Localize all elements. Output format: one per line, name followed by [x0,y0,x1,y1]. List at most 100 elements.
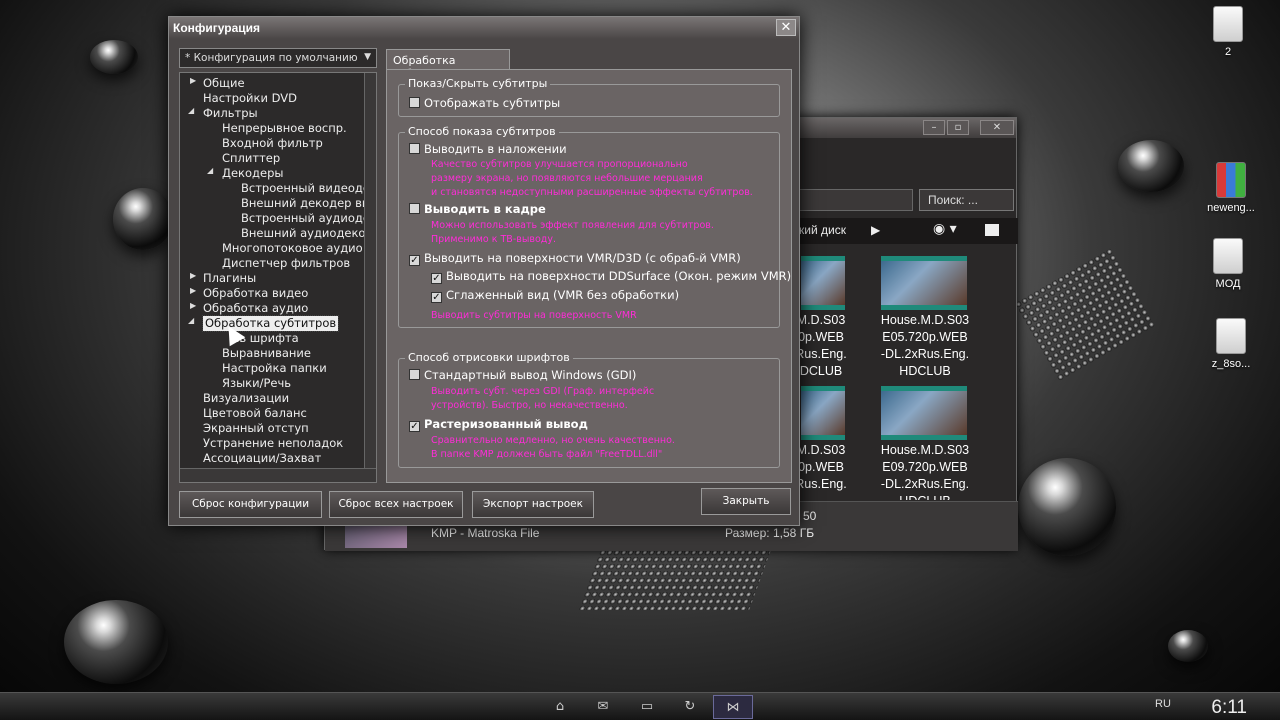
chrome-sphere-decoration [113,188,173,250]
display-method-group: Способ показа субтитров Выводить в налож… [398,125,791,328]
tree-item[interactable]: Внешний декодер вид [241,196,376,211]
checkbox-box: ✓ [431,273,442,284]
tree-item[interactable]: Устранение неполадок [203,436,343,451]
desktop-icon-z8so[interactable]: z_8so... [1199,318,1263,370]
tree-item[interactable]: Диспетчер фильтров [222,256,350,271]
tree-item[interactable]: Обработка аудио [203,301,308,316]
search-input[interactable]: Поиск: ... [919,189,1014,211]
collapse-arrow-icon[interactable]: ◢ [188,316,194,325]
expand-arrow-icon[interactable]: ▶ [190,301,196,310]
reset-all-button[interactable]: Сброс всех настроек [329,491,463,518]
expand-arrow-icon[interactable]: ▶ [190,286,196,295]
preset-value: * Конфигурация по умолчанию [185,52,358,64]
tab-subtitle-processing[interactable]: Обработка субтитров [386,49,510,80]
address-bar[interactable] [785,189,913,211]
checkbox-box [409,143,420,154]
taskbar-mail-icon[interactable]: ✉ [583,695,623,719]
surface-checkbox[interactable]: ✓ Выводить на поверхности VMR/D3D (с обра… [409,251,741,266]
file-name[interactable]: House.M.D.S03 E09.720p.WEB -DL.2xRus.Eng… [875,442,975,500]
tree-item[interactable]: Цветовой баланс [203,406,307,421]
group-legend: Способ показа субтитров [405,125,559,138]
tree-item[interactable]: Языки/Речь [222,376,291,391]
tree-item[interactable]: Выравнивание [222,346,311,361]
play-icon[interactable]: ▶ [871,223,880,237]
tree-item[interactable]: Ассоциации/Захват [203,451,321,466]
video-thumbnail[interactable] [801,386,845,440]
taskbar-user-icon[interactable]: ⌂ [540,695,580,719]
clock[interactable]: 6:11 [1211,697,1247,719]
frame-checkbox[interactable]: Выводить в кадре [409,202,546,217]
file-name[interactable]: House.M.D.S03 E05.720p.WEB -DL.2xRus.Eng… [875,312,975,380]
maximize-button[interactable]: ▫ [947,120,969,135]
collapse-arrow-icon[interactable]: ◢ [188,106,194,115]
location-label: ский диск [793,223,846,237]
tree-item[interactable]: Многопотоковое аудио [222,241,363,256]
tree-item[interactable]: Встроенный видеодек [241,181,376,196]
expand-arrow-icon[interactable]: ▶ [190,76,196,85]
gdi-description: Выводить субт. через GDI (Граф. интерфей… [431,386,655,411]
video-thumbnail[interactable] [801,256,845,310]
preview-pane-icon[interactable] [985,224,999,236]
group-legend: Показ/Скрыть субтитры [405,77,551,90]
smooth-checkbox[interactable]: ✓ Сглаженный вид (VMR без обработки) [431,288,679,303]
desktop-icon-2[interactable]: 2 [1196,6,1260,58]
tree-item[interactable]: Настройка папки [222,361,327,376]
tree-item[interactable]: Внешний аудиодекоде [241,226,376,241]
tree-item[interactable]: Настройки DVD [203,91,297,106]
export-button[interactable]: Экспорт настроек [472,491,594,518]
settings-tree: ▶ Общие Настройки DVD ◢ Фильтры Непрерыв… [179,72,377,483]
video-thumbnail[interactable] [881,386,967,440]
beads-decoration [579,550,771,610]
tree-horizontal-scrollbar[interactable] [180,468,376,482]
tree-item[interactable]: Декодеры [222,166,283,181]
ddsurface-checkbox[interactable]: ✓ Выводить на поверхности DDSurface (Окон… [431,269,791,284]
collapse-arrow-icon[interactable]: ◢ [207,166,213,175]
show-hide-group: Показ/Скрыть субтитры Отображать субтитр… [398,77,780,117]
chrome-sphere-decoration [90,40,138,74]
frame-description: Можно использовать эффект появления для … [431,220,714,245]
taskbar-refresh-icon[interactable]: ↻ [670,695,710,719]
tree-item[interactable]: Плагины [203,271,256,286]
display-subtitles-checkbox[interactable]: Отображать субтитры [409,96,560,111]
preset-select[interactable]: * Конфигурация по умолчанию ▼ [179,48,377,68]
dialog-close-button[interactable]: ✕ [776,19,796,36]
checkbox-box [409,203,420,214]
taskbar: ⌂ ✉ ▭ ↻ ⋈ RU 6:11 [0,692,1280,720]
overlay-checkbox[interactable]: Выводить в наложении [409,142,567,157]
language-indicator[interactable]: RU [1155,698,1171,710]
tree-item[interactable]: Фильтры [203,106,258,121]
checkbox-box [409,97,420,108]
reset-config-button[interactable]: Сброс конфигурации [179,491,322,518]
taskbar-explorer-icon[interactable]: ▭ [627,695,667,719]
tree-item[interactable]: Встроенный аудиодек [241,211,376,226]
video-thumbnail[interactable] [881,256,967,310]
desktop-icon-mod[interactable]: МОД [1196,238,1260,290]
tree-item[interactable]: Обработка видео [203,286,308,301]
config-dialog: Конфигурация ✕ * Конфигурация по умолчан… [168,16,800,526]
tree-item[interactable]: Экранный отступ [203,421,309,436]
expand-arrow-icon[interactable]: ▶ [190,271,196,280]
beads-decoration [1014,248,1156,382]
size-value: 1,58 ГБ [773,526,815,540]
gdi-checkbox[interactable]: Стандартный вывод Windows (GDI) [409,368,636,383]
folder-icon [1213,6,1243,42]
settings-panel: Показ/Скрыть субтитры Отображать субтитр… [386,69,792,483]
raster-checkbox[interactable]: ✓ Растеризованный вывод [409,417,588,432]
file-type: KMP - Matroska File [431,526,540,540]
tree-item[interactable]: Общие [203,76,245,91]
raster-description: Сравнительно медленно, но очень качестве… [431,435,675,460]
tree-item[interactable]: Визуализации [203,391,289,406]
chevron-down-icon: ▼ [364,52,371,62]
checkbox-box: ✓ [409,255,420,266]
taskbar-kmplayer-icon[interactable]: ⋈ [713,695,753,719]
desktop-icon-neweng[interactable]: neweng... [1199,162,1263,214]
folder-icon [1213,238,1243,274]
minimize-button[interactable]: – [923,120,945,135]
tree-vertical-scrollbar[interactable] [364,73,376,469]
tree-item[interactable]: Сплиттер [222,151,280,166]
close-button[interactable]: Закрыть [701,488,791,515]
tree-item[interactable]: Непрерывное воспр. [222,121,347,136]
tree-item[interactable]: Входной фильтр [222,136,323,151]
close-button[interactable]: ✕ [980,120,1014,135]
view-options-icon[interactable]: ◉ ▾ [933,221,957,237]
